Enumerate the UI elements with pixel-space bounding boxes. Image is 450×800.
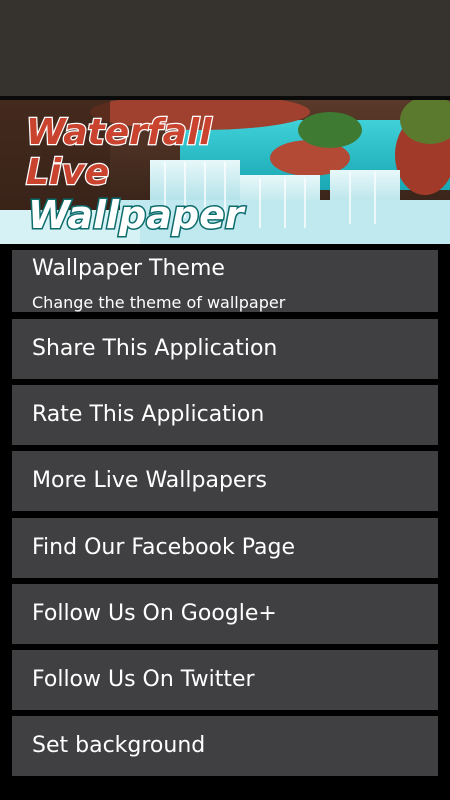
menu-item-more-wallpapers[interactable]: More Live Wallpapers <box>12 451 438 511</box>
menu-item-label: Rate This Application <box>32 402 265 427</box>
banner-title-line2: Live <box>26 152 109 193</box>
menu-item-set-background[interactable]: Set background <box>12 716 438 776</box>
menu-item-label: Find Our Facebook Page <box>32 535 295 560</box>
menu-item-label: Share This Application <box>32 336 278 361</box>
banner-title-line1: Waterfall <box>26 112 212 153</box>
menu-item-label: Set background <box>32 733 206 758</box>
menu-item-label: Follow Us On Twitter <box>32 667 255 692</box>
banner-title-line3: Wallpaper <box>28 193 246 237</box>
menu-item-summary: Change the theme of wallpaper <box>32 293 286 312</box>
status-bar <box>0 0 450 96</box>
menu-item-google-plus[interactable]: Follow Us On Google+ <box>12 584 438 644</box>
menu-item-twitter[interactable]: Follow Us On Twitter <box>12 650 438 710</box>
menu-item-share[interactable]: Share This Application <box>12 319 438 379</box>
menu-item-label: Follow Us On Google+ <box>32 601 277 626</box>
menu-item-title: Wallpaper Theme <box>32 256 225 281</box>
banner-image: Waterfall Live Wallpaper <box>0 100 450 244</box>
menu-item-rate[interactable]: Rate This Application <box>12 385 438 445</box>
menu-item-wallpaper-theme[interactable]: Wallpaper Theme Change the theme of wall… <box>12 250 438 312</box>
app-banner: Waterfall Live Wallpaper <box>0 100 450 244</box>
menu-item-label: More Live Wallpapers <box>32 468 267 493</box>
menu-item-facebook[interactable]: Find Our Facebook Page <box>12 518 438 578</box>
